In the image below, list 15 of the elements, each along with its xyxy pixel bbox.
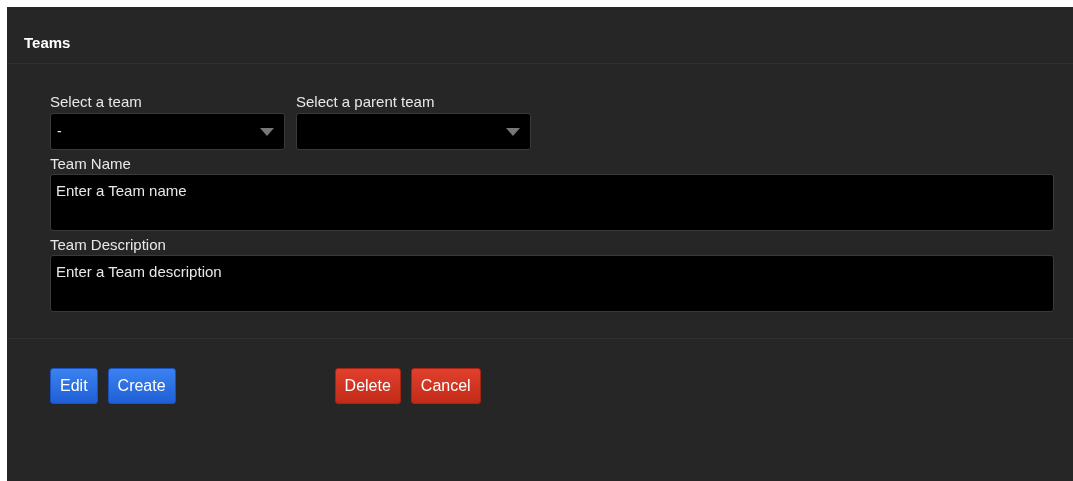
panel-title: Teams (24, 32, 71, 53)
caret-icon (260, 127, 274, 136)
dropdown[interactable] (296, 113, 531, 150)
caret-icon (506, 127, 520, 136)
action-button[interactable]: Edit (50, 368, 98, 404)
text-area[interactable]: Enter a Team description (50, 255, 1054, 312)
field-label: Select a parent team (296, 92, 436, 112)
field-label: Team Name (50, 154, 132, 174)
dropdown[interactable]: - (50, 113, 285, 150)
field-label: Team Description (50, 235, 167, 255)
action-button[interactable]: Create (107, 368, 176, 404)
action-button[interactable]: Delete (334, 368, 401, 404)
action-button[interactable]: Cancel (410, 368, 481, 404)
field-label: Select a team (50, 92, 143, 112)
text-area[interactable]: Enter a Team name (50, 174, 1054, 231)
